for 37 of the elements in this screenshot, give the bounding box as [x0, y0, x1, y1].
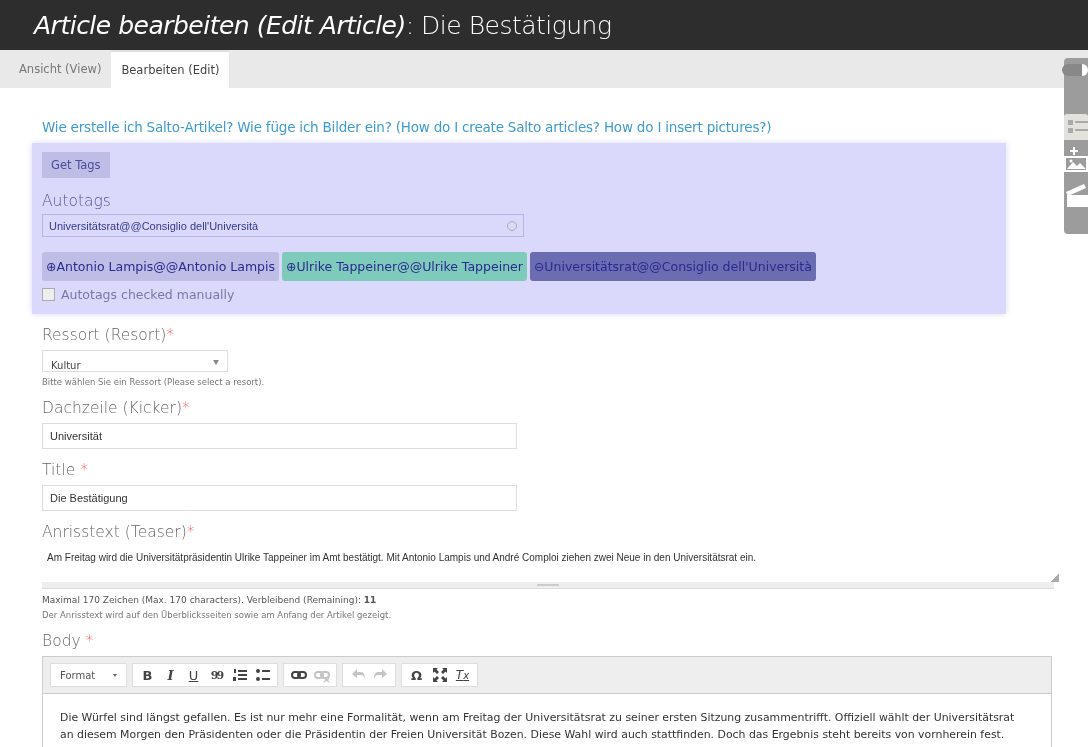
tag-chip[interactable]: ⊕Antonio Lampis@@Antonio Lampis [42, 252, 279, 281]
tab[interactable]: Ansicht (View) [9, 50, 112, 88]
field-label: Autotags [42, 192, 112, 210]
page-title: Article bearbeiten (Edit Article): Die Bestätigung [34, 10, 612, 40]
title-field[interactable]: Die Bestätigung [42, 485, 517, 511]
get-tags-button[interactable]: Get Tags [42, 152, 110, 178]
resize-grip-icon[interactable] [1051, 574, 1059, 582]
checkbox[interactable] [42, 288, 55, 301]
hint-text: Bitte wählen Sie ein Ressort (Please select a resort). [42, 377, 266, 387]
format-dropdown[interactable]: Format [50, 663, 127, 687]
caret-icon [213, 360, 219, 365]
hint-text: Der Anrisstext wird auf den Überblicksseiten sowie am Anfang der Artikel gezeigt. [42, 610, 393, 620]
toolbar-button[interactable]: Ω [405, 664, 428, 686]
toolbar-button[interactable]: 99 [205, 664, 228, 686]
character-counter: Maximal 170 Zeichen (Max. 170 characters). Verbleibend (Remaining): 11 [42, 595, 378, 605]
toggle-icon[interactable] [1062, 64, 1088, 76]
scrollbar[interactable] [42, 582, 1054, 589]
caret-icon [113, 673, 117, 677]
toolbar-button[interactable]: B [136, 664, 159, 686]
toolbar-button[interactable]: I [159, 664, 182, 686]
tag-chip[interactable]: ⊕Ulrike Tappeiner@@Ulrike Tappeiner [282, 252, 527, 281]
field-label: Ressort (Resort)* [42, 326, 176, 344]
autotags-field[interactable]: Universitätsrat@@Consiglio dell'Università [42, 214, 524, 237]
field-label: Title * [42, 461, 89, 479]
resort-select[interactable]: Kultur [42, 350, 228, 372]
tab[interactable]: Bearbeiten (Edit) [111, 50, 230, 88]
kicker-field[interactable]: Universität [42, 423, 517, 449]
body-text-line: an diesem Morgen den Präsidenten oder die Präsidentin der Freien Universität Bozen. Diese Wahl wird auch stattfinden. Doch das Ergebnis steht bereits von vornherein fest. [60, 727, 1005, 743]
field-label: Anrisstext (Teaser)* [42, 523, 196, 541]
toolbar-button[interactable]: U [182, 664, 205, 686]
list-icon[interactable] [1064, 112, 1088, 140]
field-label: Dachzeile (Kicker)* [42, 399, 191, 417]
field-label: Body * [42, 632, 95, 650]
add-image-icon[interactable] [1064, 146, 1088, 174]
body-text-line: Die Würfel sind längst gefallen. Es ist nur mehr eine Formalität, wenn am Freitag der Universitätsrat zu seiner ersten Sitzung zusammentrifft. Offiziell wählt der Universitätsrat [60, 710, 1015, 726]
teaser-field[interactable]: Am Freitag wird die Universitätpräsidentin Ulrike Tappeiner im Amt bestätigt. Mit Antonio Lampis und André Comploi ziehen zwei Neue in den Universitätsrat ein. [42, 547, 1059, 582]
checkbox-label: Autotags checked manually [61, 287, 235, 302]
